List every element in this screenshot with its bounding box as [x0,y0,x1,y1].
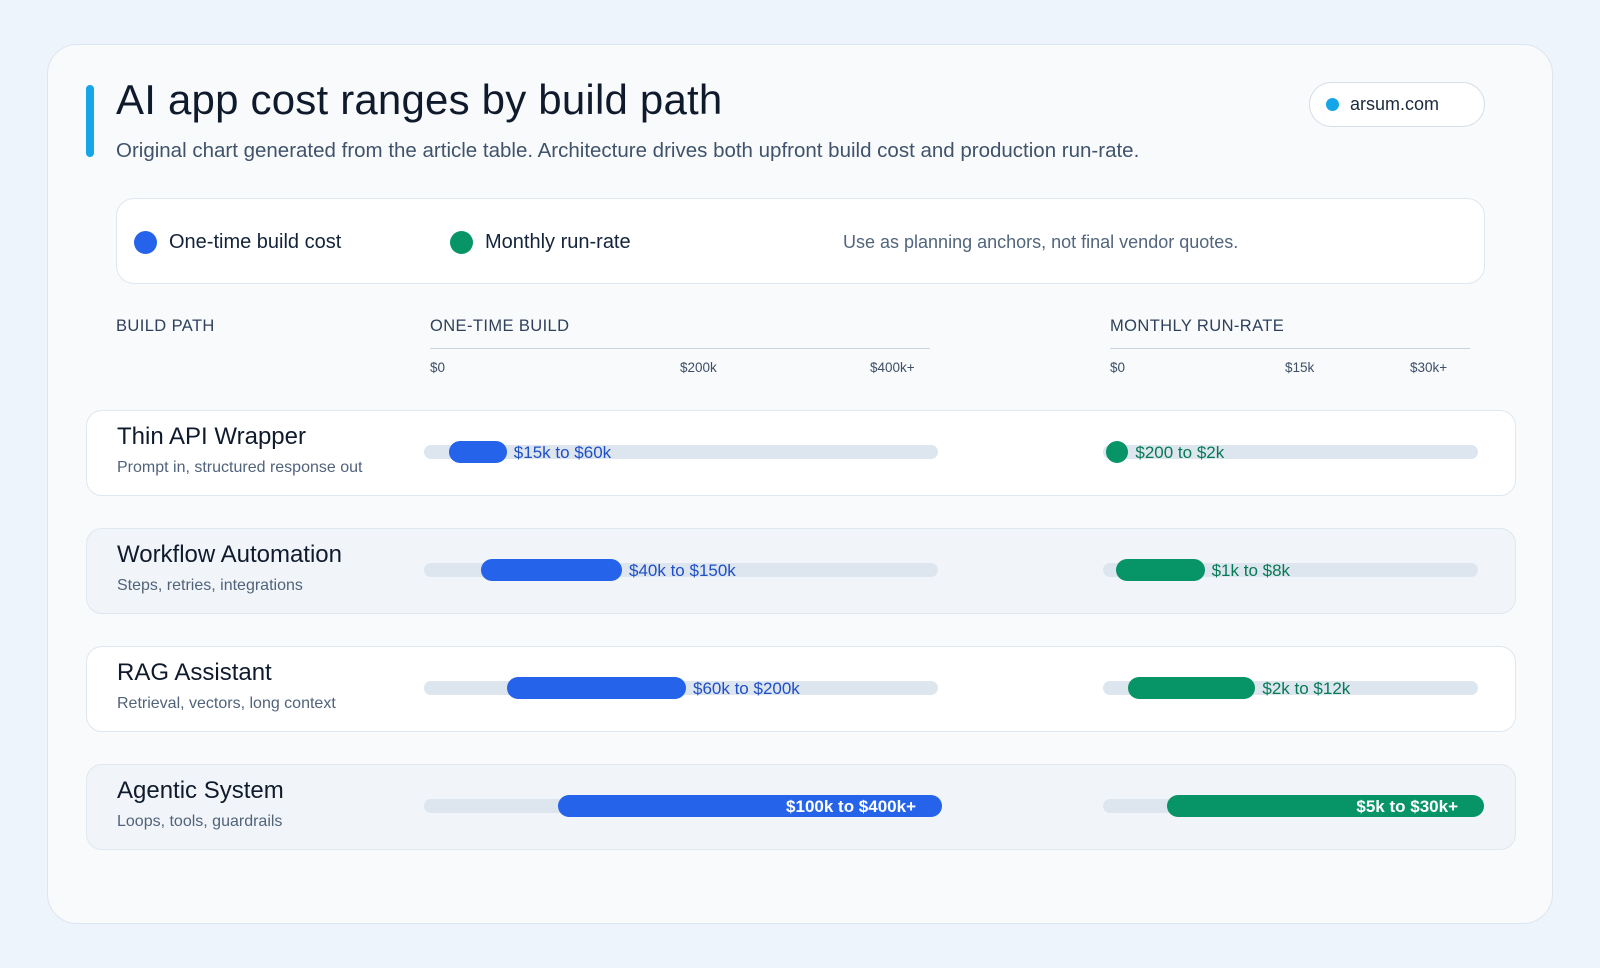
row-description: Retrieval, vectors, long context [117,695,336,712]
brand-dot-icon [1326,98,1339,111]
legend-swatch-build [134,230,157,254]
run-range-label: $5k to $30k+ [1356,797,1458,816]
run-tick-label: $30k+ [1410,360,1448,375]
run-axis-line [1110,348,1470,349]
legend-item-run: Monthly run-rate [450,199,631,285]
build-range-bar [481,559,622,581]
run-tick-label: $15k [1285,360,1315,375]
page-title: AI app cost ranges by build path [116,76,723,123]
build-range-label: $15k to $60k [513,443,612,462]
build-range-label: $60k to $200k [693,679,800,698]
row-description: Prompt in, structured response out [117,459,363,476]
run-tick-label: $0 [1110,360,1126,375]
brand-text: arsum.com [1350,94,1440,114]
row-name: Workflow Automation [117,541,342,568]
legend-swatch-run [450,230,473,254]
build-tick-label: $400k+ [870,360,915,375]
build-range-bar [449,441,507,463]
run-range-bar [1128,677,1256,699]
column-header-build-path: BUILD PATH [116,317,215,335]
row-name: RAG Assistant [117,659,272,686]
run-range-bar [1115,559,1205,581]
row-name: Agentic System [117,777,284,804]
row-name: Thin API Wrapper [117,423,306,450]
build-tick-label: $200k [680,360,717,375]
legend-item-build: One-time build cost [134,199,341,285]
column-header-one-time-build: ONE-TIME BUILD [430,317,570,335]
legend-note: Use as planning anchors, not final vendo… [843,231,1239,252]
build-tick-label: $0 [430,360,446,375]
build-range-label: $40k to $150k [629,561,736,580]
build-range-bar [506,677,686,699]
legend-label-build: One-time build cost [169,230,342,253]
build-range-label: $100k to $400k+ [786,797,916,816]
run-range-label: $200 to $2k [1135,443,1225,462]
run-range-label: $1k to $8k [1211,561,1291,580]
column-header-monthly-run-rate: MONTHLY RUN-RATE [1110,317,1285,335]
title-accent-bar [86,85,94,157]
row-description: Loops, tools, guardrails [117,813,283,830]
brand-badge[interactable]: arsum.com [1309,82,1485,127]
legend-label-run: Monthly run-rate [485,230,631,253]
build-axis-line [430,348,930,349]
run-range-label: $2k to $12k [1262,679,1351,698]
legend-panel: One-time build cost Monthly run-rate Use… [116,198,1485,284]
row-description: Steps, retries, integrations [117,577,303,594]
page-subtitle: Original chart generated from the articl… [116,139,1140,162]
